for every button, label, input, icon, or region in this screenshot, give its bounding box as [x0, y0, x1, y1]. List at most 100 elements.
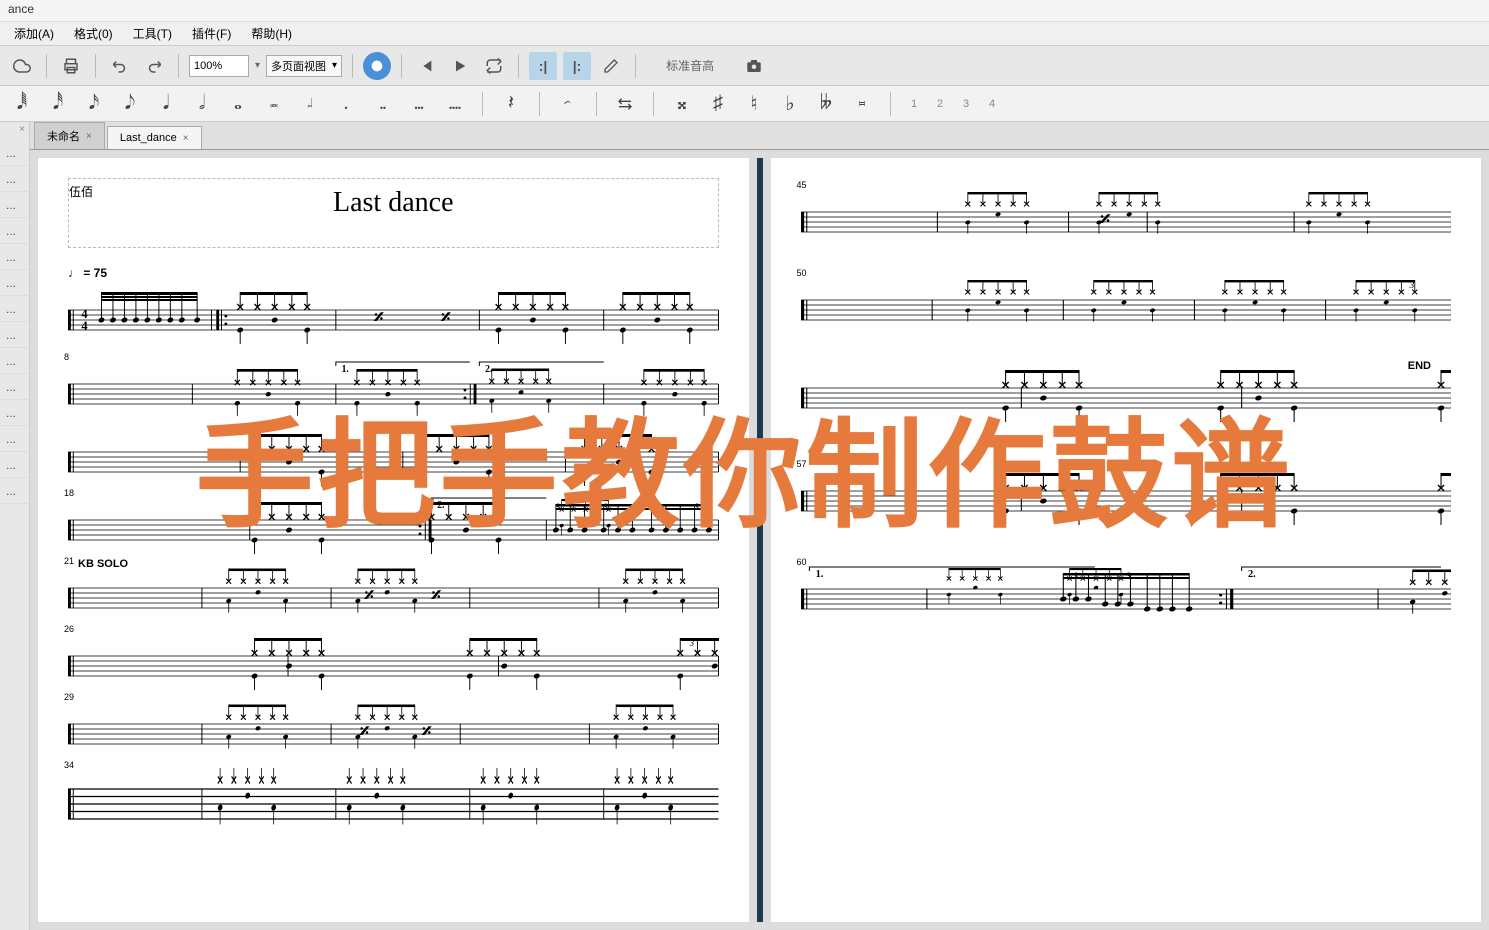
voice-1[interactable]: 1 [907, 98, 921, 110]
menu-format[interactable]: 格式(0) [64, 22, 123, 45]
slur-icon[interactable]: 𝆸 [850, 90, 874, 118]
score-title[interactable]: Last dance [333, 187, 454, 218]
section-text[interactable]: KB SOLO [78, 558, 128, 570]
svg-text:3: 3 [689, 638, 695, 648]
tab-unnamed[interactable]: 未命名 × [34, 122, 105, 149]
menu-add[interactable]: 添加(A) [4, 22, 64, 45]
flip-icon[interactable] [613, 90, 637, 118]
palette-item[interactable]: ... [0, 296, 29, 322]
edit-icon[interactable] [597, 52, 625, 80]
tab-label: 未命名 [47, 128, 80, 144]
double-sharp-icon[interactable]: 𝄪 [670, 90, 694, 118]
staff-system[interactable]: 50 3 [801, 276, 1452, 336]
close-tab-icon[interactable]: × [183, 133, 189, 144]
document-tabs: 未命名 × Last_dance × [30, 122, 1489, 150]
staff-system[interactable]: 29 𝄎 𝄎 [68, 700, 719, 760]
measure-number: 60 [797, 557, 807, 567]
palette-item[interactable]: ... [0, 270, 29, 296]
svg-text:𝄎: 𝄎 [421, 722, 433, 743]
menu-help[interactable]: 帮助(H) [241, 22, 302, 45]
title-frame[interactable]: 伍佰 Last dance [68, 178, 719, 248]
palette-item[interactable]: ... [0, 218, 29, 244]
palette-item[interactable]: ... [0, 478, 29, 504]
measure-number: 29 [64, 692, 74, 702]
separator [95, 54, 96, 78]
natural-icon[interactable]: ♮ [742, 90, 766, 118]
palette-item[interactable]: ... [0, 140, 29, 166]
palette-item[interactable]: ... [0, 348, 29, 374]
palette-item[interactable]: ... [0, 192, 29, 218]
zoom-dropdown-icon[interactable]: ▾ [255, 60, 260, 71]
section-text[interactable]: END [1408, 360, 1431, 372]
window-title: ance [8, 2, 34, 16]
voice-4[interactable]: 4 [985, 98, 999, 110]
note-breve-icon[interactable]: 𝅜 [262, 90, 286, 118]
note-32nd-icon[interactable]: 𝅘𝅥𝅰 [46, 90, 70, 118]
note-8th-icon[interactable]: 𝅘𝅥𝅮 [118, 90, 142, 118]
rewind-icon[interactable] [412, 52, 440, 80]
redo-icon[interactable] [140, 52, 168, 80]
measure-number: 18 [64, 488, 74, 498]
separator [890, 92, 891, 116]
palette-item[interactable]: ... [0, 400, 29, 426]
dot-icon[interactable]: . [334, 90, 358, 118]
sharp-icon[interactable]: ♯ [706, 90, 730, 118]
palette-sidebar: × ... ... ... ... ... ... ... ... ... ..… [0, 122, 30, 930]
palette-item[interactable]: ... [0, 426, 29, 452]
staff-system[interactable]: 21 KB SOLO 𝄎 𝄎 [68, 564, 719, 624]
voice-3[interactable]: 3 [959, 98, 973, 110]
camera-icon[interactable] [740, 52, 768, 80]
window-titlebar: ance [0, 0, 1489, 22]
separator [482, 92, 483, 116]
palette-item[interactable]: ... [0, 452, 29, 478]
view-mode-combo[interactable]: 多页面视图 ▾ [266, 55, 342, 77]
menubar: 添加(A) 格式(0) 工具(T) 插件(F) 帮助(H) [0, 22, 1489, 46]
menu-plugins[interactable]: 插件(F) [182, 22, 241, 45]
double-flat-icon[interactable]: 𝄫 [814, 90, 838, 118]
staff-system[interactable]: 60 1. 2. 33 [801, 565, 1452, 625]
palette-item[interactable]: ... [0, 322, 29, 348]
note-longa-icon[interactable]: 𝆷 [298, 90, 322, 118]
palette-item[interactable]: ... [0, 166, 29, 192]
palette-item[interactable]: ... [0, 244, 29, 270]
repeat-end-icon[interactable]: |: [563, 52, 591, 80]
staff-system[interactable]: 34 [68, 768, 719, 828]
quad-dot-icon[interactable]: .... [442, 90, 466, 118]
note-16th-icon[interactable]: 𝅘𝅥𝅯 [82, 90, 106, 118]
triple-dot-icon[interactable]: ... [406, 90, 430, 118]
measure-number: 21 [64, 556, 74, 566]
tempo-marking[interactable]: ♩ = 75 [68, 266, 719, 280]
staff-system[interactable]: 44 [68, 282, 719, 352]
cloud-icon[interactable] [8, 52, 36, 80]
separator [635, 54, 636, 78]
undo-icon[interactable] [106, 52, 134, 80]
separator [596, 92, 597, 116]
flat-icon[interactable]: ♭ [778, 90, 802, 118]
zoom-input[interactable] [189, 55, 249, 77]
double-dot-icon[interactable]: .. [370, 90, 394, 118]
staff-system[interactable]: 45 𝄎 [801, 188, 1452, 248]
overlay-caption: 手把手教你制作鼓谱 [195, 380, 1293, 551]
palette-item[interactable]: ... [0, 374, 29, 400]
view-mode-label: 多页面视图 [271, 58, 326, 74]
metronome-icon[interactable] [363, 52, 391, 80]
staff-system[interactable]: 26 3 [68, 632, 719, 692]
composer-text[interactable]: 伍佰 [69, 183, 93, 200]
play-icon[interactable] [446, 52, 474, 80]
rest-icon[interactable]: 𝄽 [499, 90, 523, 118]
close-palette-icon[interactable]: × [19, 124, 25, 135]
close-tab-icon[interactable]: × [86, 131, 92, 142]
menu-tools[interactable]: 工具(T) [123, 22, 182, 45]
note-half-icon[interactable]: 𝅗𝅥 [190, 90, 214, 118]
measure-number: 8 [64, 352, 69, 362]
tab-last-dance[interactable]: Last_dance × [107, 126, 202, 149]
tie-icon[interactable]: 𝆣 [556, 90, 580, 118]
print-icon[interactable] [57, 52, 85, 80]
loop-icon[interactable] [480, 52, 508, 80]
note-quarter-icon[interactable]: 𝅘𝅥 [154, 90, 178, 118]
repeat-start-icon[interactable]: :| [529, 52, 557, 80]
note-64th-icon[interactable]: 𝅘𝅥𝅱 [10, 90, 34, 118]
voice-2[interactable]: 2 [933, 98, 947, 110]
svg-text:1.: 1. [815, 569, 823, 580]
note-whole-icon[interactable]: 𝅝 [226, 90, 250, 118]
